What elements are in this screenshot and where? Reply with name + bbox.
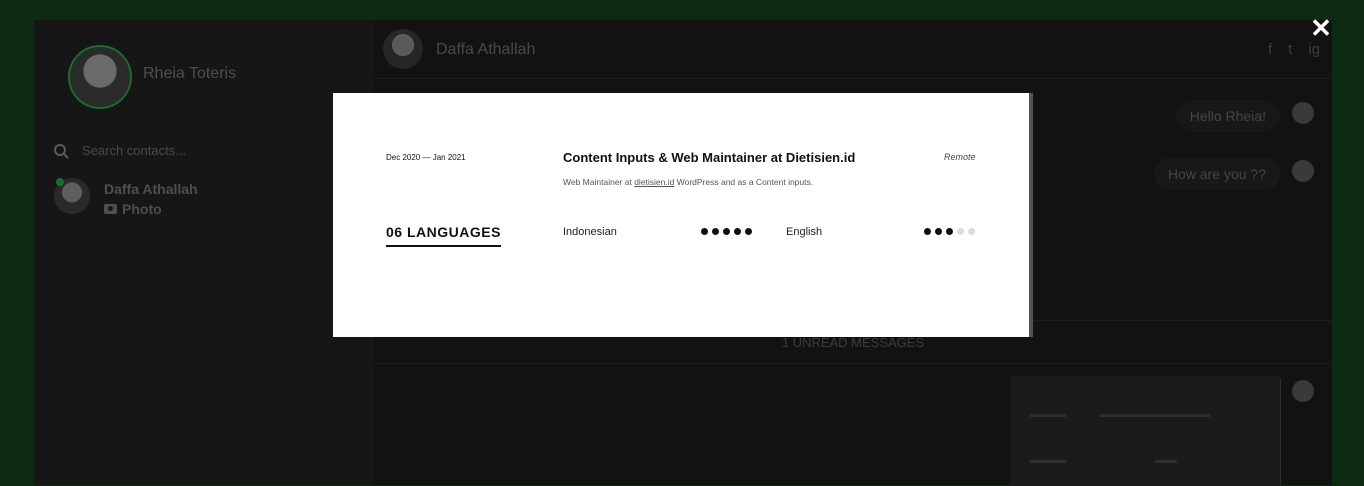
experience-title: Content Inputs & Web Maintainer at Dieti…	[563, 150, 856, 165]
rating-dot	[968, 228, 975, 235]
experience-description: Web Maintainer at dietisien.id WordPress…	[563, 177, 813, 187]
description-text: Web Maintainer at	[563, 177, 635, 187]
experience-period: Dec 2020 — Jan 2021	[386, 153, 466, 162]
image-preview-modal: Dec 2020 — Jan 2021 Content Inputs & Web…	[333, 93, 1033, 337]
rating-dot	[712, 228, 719, 235]
language-rating	[701, 228, 752, 235]
language-name: English	[786, 226, 823, 238]
rating-dot	[957, 228, 964, 235]
rating-dot	[701, 228, 708, 235]
close-button[interactable]: ✕	[1310, 15, 1332, 41]
rating-dot	[723, 228, 730, 235]
rating-dot	[946, 228, 953, 235]
section-title: 06 LANGUAGES	[386, 224, 501, 247]
description-link: dietisien.id	[634, 177, 675, 187]
rating-dot	[935, 228, 942, 235]
description-text: WordPress and as a Content inputs.	[674, 177, 814, 187]
rating-dot	[745, 228, 752, 235]
language-rating	[924, 228, 975, 235]
language-name: Indonesian	[563, 226, 617, 238]
experience-mode: Remote	[944, 152, 976, 162]
rating-dot	[924, 228, 931, 235]
rating-dot	[734, 228, 741, 235]
